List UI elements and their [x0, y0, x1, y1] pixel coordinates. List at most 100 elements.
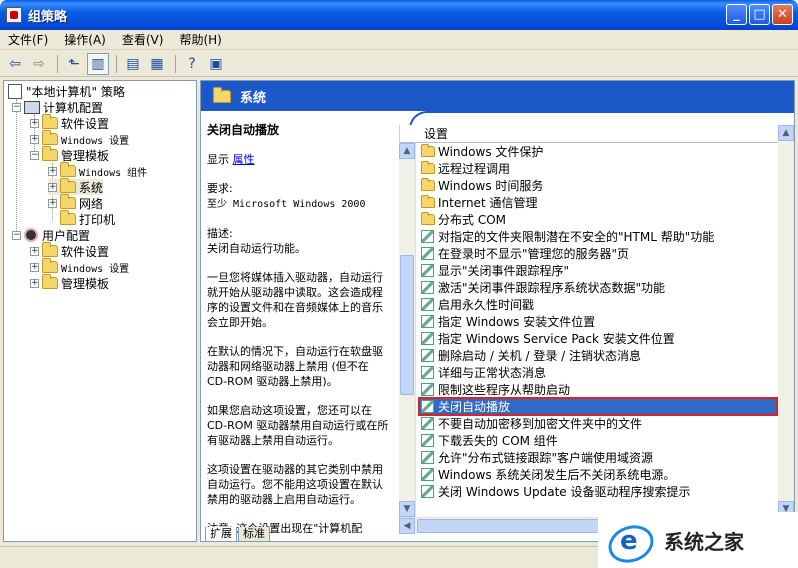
back-arrow-icon[interactable]: ⇦	[4, 53, 26, 75]
expand-icon[interactable]: +	[48, 166, 57, 176]
menu-help[interactable]: 帮助(H)	[171, 31, 229, 48]
maximize-button[interactable]: □	[749, 4, 770, 25]
list-item[interactable]: Windows 时间服务	[419, 177, 777, 194]
tree-label: 管理模板	[61, 148, 110, 163]
tree-item-user-windows-settings[interactable]: + Windows 设置	[30, 258, 129, 275]
show-tree-icon[interactable]: ▥	[87, 52, 109, 75]
list-item[interactable]: 指定 Windows 安装文件位置	[419, 313, 777, 330]
scroll-up-arrow-icon[interactable]: ▲	[399, 143, 415, 159]
expand-icon[interactable]: +	[48, 198, 57, 208]
display-label: 显示	[207, 153, 229, 166]
list-item[interactable]: 删除启动 / 关机 / 登录 / 注销状态消息	[419, 347, 777, 364]
help-icon[interactable]: ?	[181, 53, 203, 75]
expand-icon[interactable]: +	[30, 278, 39, 288]
minimize-button[interactable]: _	[726, 4, 747, 25]
tree-item-system[interactable]: + 系统	[48, 178, 104, 195]
list-item[interactable]: 启用永久性时间戳	[419, 296, 777, 313]
list-item[interactable]: 激活"关闭事件跟踪程序系统状态数据"功能	[419, 279, 777, 296]
folder-icon	[421, 178, 435, 191]
column-header-setting[interactable]: 设置	[400, 125, 779, 143]
tree-guide-line	[16, 99, 17, 237]
tree-item-admin-templates[interactable]: − 管理模板	[30, 146, 110, 163]
properties-link[interactable]: 属性	[233, 153, 255, 166]
collapse-icon[interactable]: −	[30, 150, 39, 160]
tree-item-user-admin-templates[interactable]: + 管理模板	[30, 274, 109, 291]
folder-icon	[60, 162, 76, 177]
policy-setting-icon	[421, 349, 434, 362]
toolbar-separator	[175, 54, 176, 73]
list-item-label: 对指定的文件夹限制潜在不安全的"HTML 帮助"功能	[438, 230, 715, 244]
policy-setting-icon	[421, 332, 434, 345]
expand-icon[interactable]: +	[30, 118, 39, 128]
list-item[interactable]: Internet 通信管理	[419, 194, 777, 211]
close-button[interactable]: ✕	[772, 4, 793, 25]
list-item[interactable]: 限制这些程序从帮助启动	[419, 381, 777, 398]
requires-label: 要求:	[207, 182, 233, 195]
list-item[interactable]: Windows 系统关闭发生后不关闭系统电源。	[419, 466, 777, 483]
menu-file[interactable]: 文件(F)	[0, 31, 56, 48]
menu-view[interactable]: 查看(V)	[114, 31, 172, 48]
scroll-up-arrow-icon[interactable]: ▲	[778, 125, 794, 141]
list-item[interactable]: 不要自动加密移到加密文件夹中的文件	[419, 415, 777, 432]
view-tabs: 扩展 标准	[205, 527, 271, 541]
list-item-label: 启用永久性时间戳	[438, 298, 535, 312]
list-item[interactable]: 允许"分布式链接跟踪"客户端使用域资源	[419, 449, 777, 466]
list-item-label: Windows 系统关闭发生后不关闭系统电源。	[438, 468, 676, 482]
tree-label: 软件设置	[61, 116, 110, 131]
tree-item-computer-config[interactable]: − 计算机配置	[12, 99, 103, 115]
list-item-label: Windows 时间服务	[438, 179, 544, 193]
list-item[interactable]: 远程过程调用	[419, 160, 777, 177]
tree-item-windows-components[interactable]: + Windows 组件	[48, 162, 148, 179]
folder-icon	[60, 210, 76, 225]
policy-setting-icon	[421, 315, 434, 328]
menu-bar: 文件(F) 操作(A) 查看(V) 帮助(H)	[0, 30, 798, 50]
tree-item-software-settings[interactable]: + 软件设置	[30, 114, 110, 131]
list-item[interactable]: Windows 文件保护	[419, 143, 777, 160]
expand-icon[interactable]: +	[48, 182, 57, 192]
left-vertical-scrollbar[interactable]: ▲ ▼	[399, 143, 416, 517]
toolbar-separator	[116, 54, 117, 73]
up-folder-icon[interactable]: ⬑	[63, 53, 85, 75]
list-item[interactable]: 在登录时不显示"管理您的服务器"页	[419, 245, 777, 262]
show-hide-console-icon[interactable]: ▣	[205, 53, 227, 75]
expand-icon[interactable]: +	[30, 246, 39, 256]
site-logo-icon	[602, 518, 662, 562]
list-item[interactable]: 关闭 Windows Update 设备驱动程序搜索提示	[419, 483, 777, 500]
scroll-down-arrow-icon[interactable]: ▼	[399, 501, 415, 517]
list-item[interactable]: 显示"关闭事件跟踪程序"	[419, 262, 777, 279]
folder-icon	[42, 242, 58, 257]
tree-label: 打印机	[79, 212, 116, 227]
right-vertical-scrollbar[interactable]: ▲ ▼	[778, 125, 794, 517]
open-folder-icon	[60, 178, 76, 193]
expand-icon[interactable]: +	[30, 134, 39, 144]
expand-icon[interactable]: +	[30, 262, 39, 272]
scroll-thumb[interactable]	[400, 255, 414, 395]
scroll-left-arrow-icon[interactable]: ◀	[399, 518, 415, 534]
list-item-selected[interactable]: 关闭自动播放	[418, 397, 778, 416]
export-list-icon[interactable]: ▦	[146, 53, 168, 75]
tree-label: Windows 组件	[79, 167, 148, 179]
collapse-icon[interactable]: −	[12, 102, 21, 112]
list-item[interactable]: 对指定的文件夹限制潜在不安全的"HTML 帮助"功能	[419, 228, 777, 245]
tab-extended[interactable]: 扩展	[205, 527, 237, 541]
tree-item-user-config[interactable]: − 用户配置	[12, 227, 90, 243]
tree-item-windows-settings[interactable]: + Windows 设置	[30, 130, 129, 147]
policy-setting-icon	[421, 451, 434, 464]
collapse-icon[interactable]: −	[12, 230, 21, 240]
list-item[interactable]: 下载丢失的 COM 组件	[419, 432, 777, 449]
tree-item-network[interactable]: + 网络	[48, 194, 103, 211]
tab-standard[interactable]: 标准	[238, 527, 270, 541]
desc-paragraph: 如果您启动这项设置，您还可以在 CD-ROM 驱动器禁用自动运行或在所有驱动器上…	[207, 404, 389, 447]
menu-action[interactable]: 操作(A)	[56, 31, 114, 48]
watermark-text: 系统之家	[664, 529, 744, 554]
requires-value: 至少 Microsoft Windows 2000	[207, 199, 366, 210]
folder-icon	[421, 161, 435, 174]
properties-icon[interactable]: ▤	[122, 53, 144, 75]
list-item[interactable]: 分布式 COM	[419, 211, 777, 228]
tree-item-root[interactable]: "本地计算机" 策略	[8, 83, 125, 99]
list-item[interactable]: 详细与正常状态消息	[419, 364, 777, 381]
tree-item-user-software-settings[interactable]: + 软件设置	[30, 242, 109, 259]
tree-item-printers[interactable]: 打印机	[60, 210, 116, 227]
forward-arrow-icon[interactable]: ⇨	[28, 53, 50, 75]
list-item[interactable]: 指定 Windows Service Pack 安装文件位置	[419, 330, 777, 347]
